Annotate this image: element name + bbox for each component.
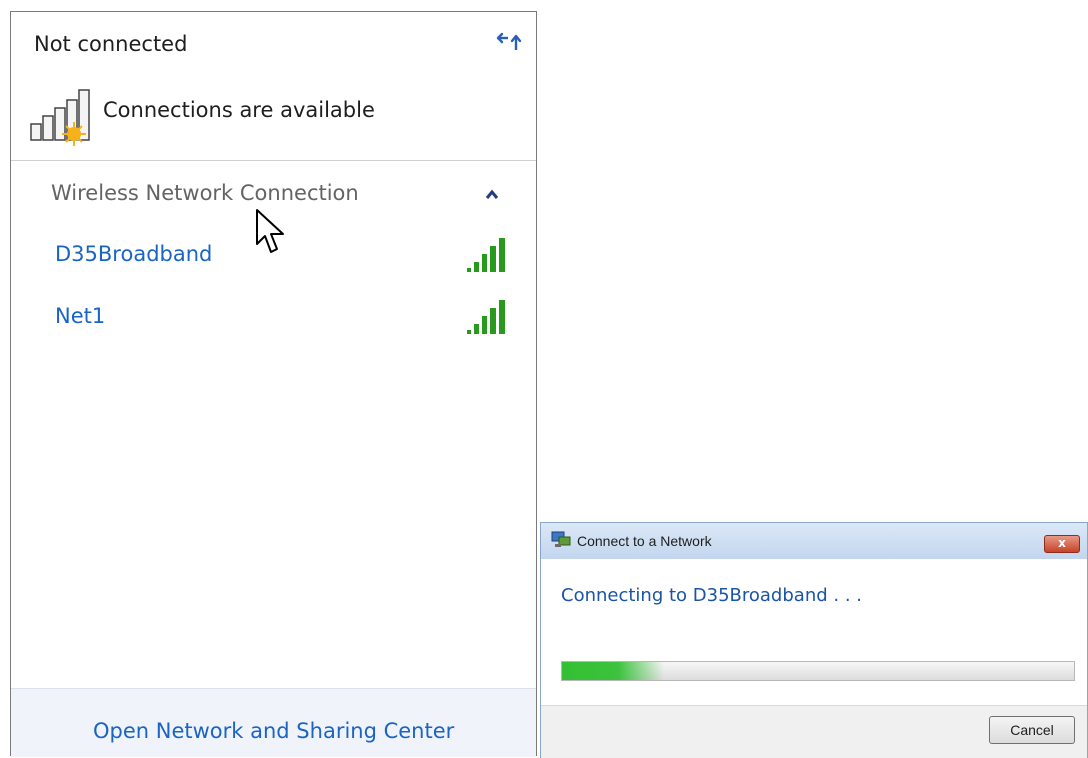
close-button[interactable]: x (1044, 535, 1080, 553)
chevron-up-icon[interactable] (485, 188, 499, 200)
network-name: Net1 (55, 304, 106, 328)
connection-status-title: Not connected (34, 32, 188, 56)
connecting-message: Connecting to D35Broadband . . . (561, 585, 862, 606)
divider (11, 160, 536, 161)
signal-bars-icon (467, 300, 505, 334)
signal-bars-icon (467, 238, 505, 272)
dialog-title-bar[interactable]: Connect to a Network x (541, 523, 1087, 559)
progress-bar (561, 661, 1075, 681)
network-item-d35broadband[interactable]: D35Broadband (33, 234, 515, 276)
network-monitor-icon (551, 531, 571, 547)
progress-fill (562, 662, 665, 680)
connect-dialog: Connect to a Network x Connecting to D35… (540, 522, 1088, 758)
connections-available-text: Connections are available (103, 98, 375, 122)
dialog-footer: Cancel (541, 705, 1087, 758)
open-network-sharing-center-link[interactable]: Open Network and Sharing Center (93, 719, 454, 743)
refresh-arrows-icon[interactable] (494, 28, 526, 56)
cancel-button[interactable]: Cancel (989, 716, 1075, 744)
dialog-title: Connect to a Network (577, 533, 712, 549)
flyout-footer: Open Network and Sharing Center (11, 688, 536, 757)
network-flyout: Not connected Connections are available … (10, 11, 537, 757)
wireless-section-header[interactable]: Wireless Network Connection (51, 181, 359, 205)
network-name: D35Broadband (55, 242, 213, 266)
network-item-net1[interactable]: Net1 (33, 296, 515, 338)
signal-warning-icon (30, 89, 90, 146)
